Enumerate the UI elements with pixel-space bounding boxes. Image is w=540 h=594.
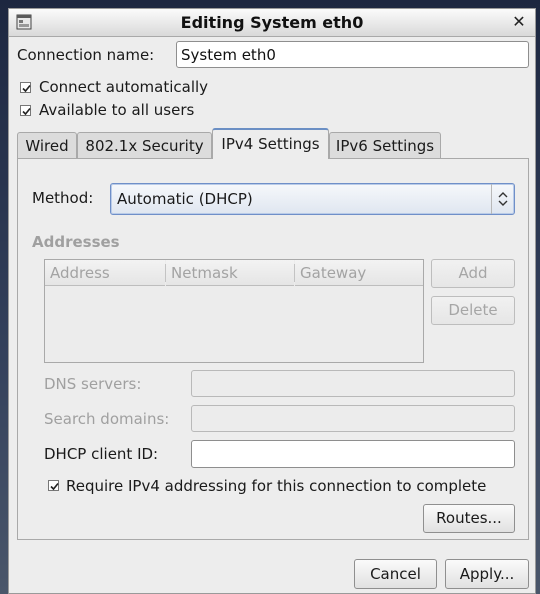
dns-servers-label: DNS servers:	[44, 375, 142, 393]
dhcp-client-id-field[interactable]	[191, 440, 515, 468]
updown-arrow-icon	[491, 184, 514, 214]
delete-address-button[interactable]: Delete	[431, 296, 515, 325]
dns-servers-field[interactable]	[191, 370, 515, 397]
cancel-button[interactable]: Cancel	[354, 559, 437, 589]
column-header-address[interactable]: Address	[45, 260, 165, 286]
connection-name-field[interactable]	[176, 41, 529, 68]
tab-wired[interactable]: Wired	[17, 132, 77, 159]
tab-8021x-security[interactable]: 802.1x Security	[77, 132, 212, 159]
require-ipv4-label: Require IPv4 addressing for this connect…	[66, 477, 487, 495]
routes-button[interactable]: Routes...	[423, 504, 515, 533]
connect-automatically-label: Connect automatically	[39, 78, 209, 96]
connection-name-label: Connection name:	[17, 46, 155, 64]
edit-connection-dialog: Editing System eth0 ✕ Connection name: C…	[8, 8, 536, 594]
title-bar: Editing System eth0 ✕	[9, 9, 535, 37]
method-label: Method:	[32, 189, 94, 207]
method-dropdown[interactable]: Automatic (DHCP)	[110, 183, 515, 215]
search-domains-label: Search domains:	[44, 410, 170, 428]
available-to-all-users-label: Available to all users	[39, 101, 195, 119]
tab-ipv6-settings[interactable]: IPv6 Settings	[329, 132, 441, 159]
require-ipv4-checkbox[interactable]	[48, 480, 59, 491]
add-address-button[interactable]: Add	[431, 259, 515, 288]
window-title: Editing System eth0	[180, 13, 364, 32]
method-value: Automatic (DHCP)	[117, 190, 253, 208]
column-header-netmask[interactable]: Netmask	[166, 260, 294, 286]
addresses-table: Address Netmask Gateway	[44, 259, 424, 363]
close-icon[interactable]: ✕	[511, 12, 527, 32]
dhcp-client-id-label: DHCP client ID:	[44, 445, 159, 463]
column-header-gateway[interactable]: Gateway	[295, 260, 423, 286]
available-to-all-users-checkbox[interactable]	[20, 105, 31, 116]
tab-ipv4-settings[interactable]: IPv4 Settings	[212, 128, 329, 159]
connect-automatically-checkbox[interactable]	[20, 82, 31, 93]
ipv4-settings-panel: Method: Automatic (DHCP) Addresses Addre…	[17, 158, 529, 540]
addresses-heading: Addresses	[32, 233, 120, 251]
apply-button[interactable]: Apply...	[445, 559, 529, 589]
search-domains-field[interactable]	[191, 405, 515, 432]
